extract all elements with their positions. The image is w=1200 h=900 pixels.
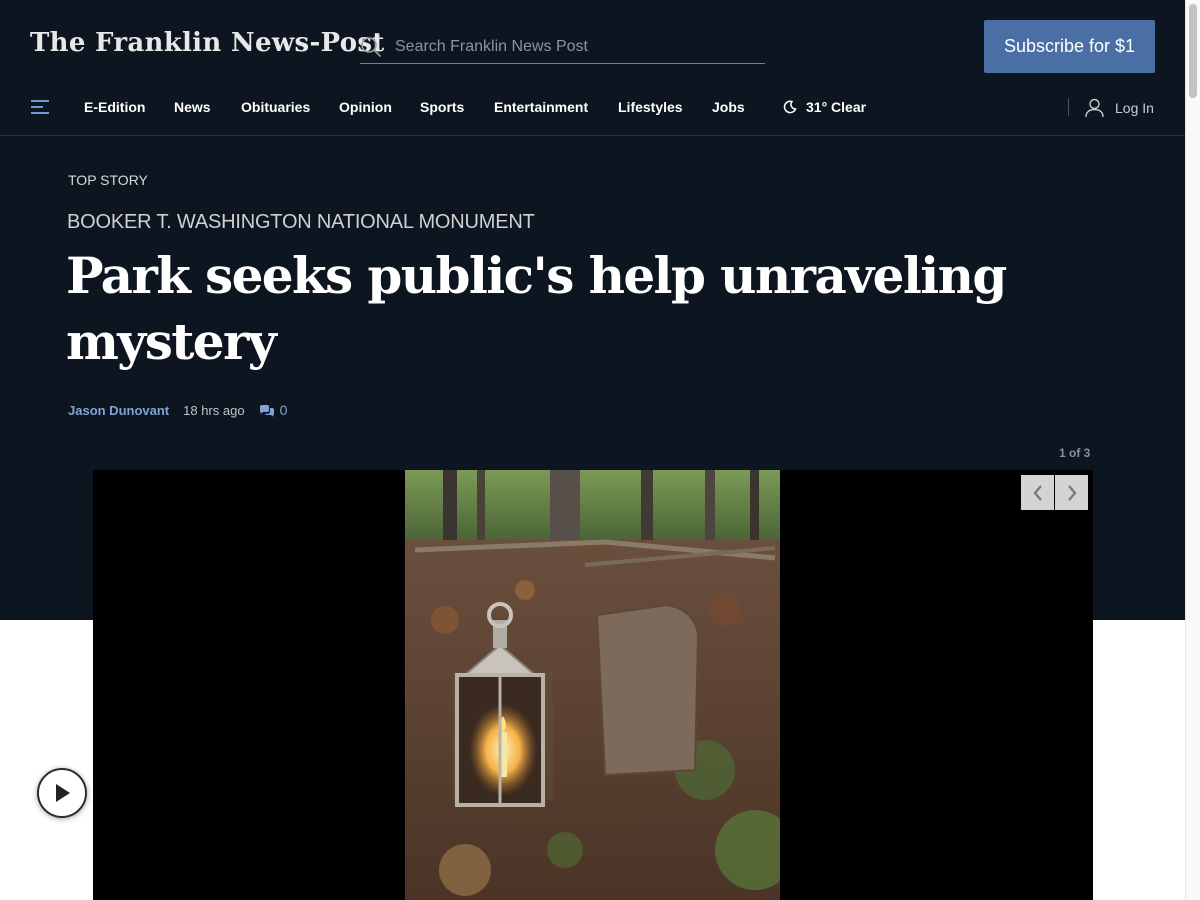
site-header: The Franklin News-Post Subscribe for $1 — [0, 0, 1185, 90]
search-bar[interactable] — [360, 28, 765, 64]
nav-item-opinion[interactable]: Opinion — [339, 99, 392, 115]
photo-gallery — [93, 470, 1093, 900]
nav-item-obituaries[interactable]: Obituaries — [241, 99, 310, 115]
subscribe-button[interactable]: Subscribe for $1 — [984, 20, 1155, 73]
nav-item-e-edition[interactable]: E-Edition — [84, 99, 145, 115]
nav-divider — [1068, 98, 1069, 116]
play-icon — [56, 784, 70, 802]
audio-play-button[interactable] — [37, 768, 87, 818]
main-nav: E-Edition News Obituaries Opinion Sports… — [0, 88, 1185, 136]
comments-icon — [259, 404, 274, 417]
byline: Jason Dunovant 18 hrs ago 0 — [68, 402, 287, 418]
scrollbar-thumb[interactable] — [1189, 4, 1197, 98]
user-icon — [1085, 98, 1104, 118]
cemetery-lantern-photo — [405, 470, 780, 900]
login-label: Log In — [1115, 99, 1154, 116]
weather-widget[interactable]: 31° Clear — [783, 99, 866, 115]
login-link[interactable]: Log In — [1084, 97, 1154, 118]
publish-time: 18 hrs ago — [183, 402, 245, 418]
weather-text: 31° Clear — [806, 99, 867, 115]
nav-item-sports[interactable]: Sports — [420, 99, 464, 115]
search-icon[interactable] — [360, 36, 382, 58]
article-section[interactable]: BOOKER T. WASHINGTON NATIONAL MONUMENT — [67, 211, 535, 234]
comments-link[interactable]: 0 — [259, 402, 288, 418]
author-link[interactable]: Jason Dunovant — [68, 403, 169, 418]
next-photo-button[interactable] — [1055, 475, 1088, 510]
site-logo[interactable]: The Franklin News-Post — [30, 28, 385, 58]
menu-icon[interactable] — [31, 99, 49, 115]
previous-photo-button[interactable] — [1021, 475, 1054, 510]
story-kicker: TOP STORY — [68, 172, 148, 188]
nav-item-lifestyles[interactable]: Lifestyles — [618, 99, 683, 115]
nav-item-news[interactable]: News — [174, 99, 211, 115]
nav-item-jobs[interactable]: Jobs — [712, 99, 745, 115]
chevron-right-icon — [1067, 484, 1077, 501]
nav-item-entertainment[interactable]: Entertainment — [494, 99, 588, 115]
gallery-photo[interactable] — [405, 470, 780, 900]
search-input[interactable] — [393, 32, 757, 62]
moon-icon — [783, 100, 797, 114]
scrollbar[interactable] — [1185, 0, 1200, 900]
article-headline: Park seeks public's help unraveling myst… — [66, 246, 1007, 371]
chevron-left-icon — [1032, 484, 1042, 501]
comment-count: 0 — [279, 402, 288, 418]
gallery-counter: 1 of 3 — [1059, 446, 1091, 460]
